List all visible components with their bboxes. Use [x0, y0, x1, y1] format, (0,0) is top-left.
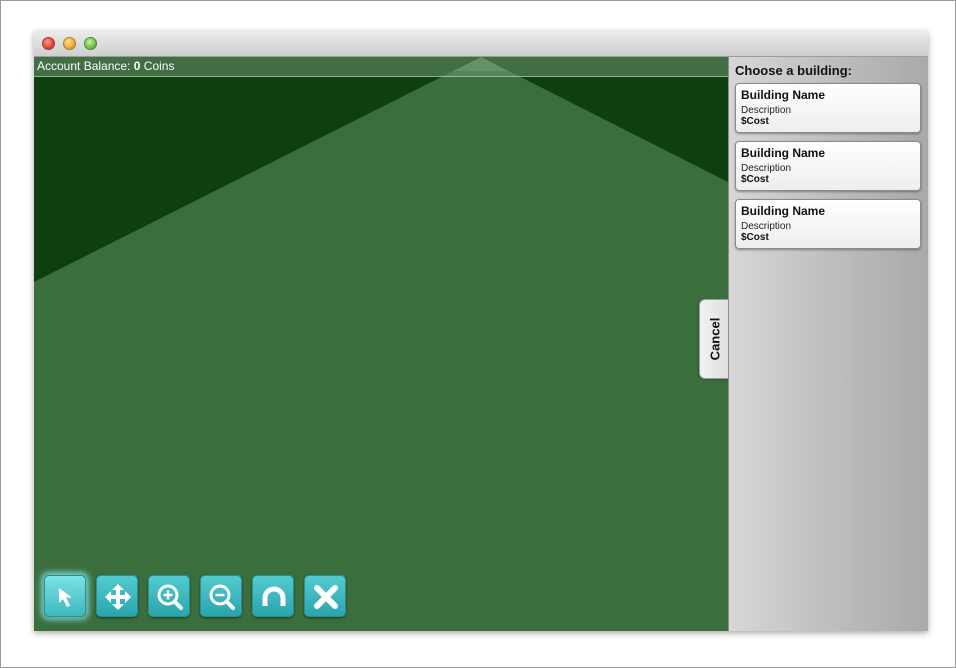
- building-cost: $Cost: [741, 174, 769, 185]
- balance-label: Account Balance:: [37, 59, 131, 73]
- delete-tool-button[interactable]: [304, 575, 346, 617]
- building-name: Building Name: [741, 204, 826, 218]
- building-description: Description: [741, 105, 792, 116]
- account-balance-bar: Account Balance: 0 Coins: [34, 57, 728, 77]
- close-window-button[interactable]: [42, 37, 55, 50]
- cancel-tab-label: Cancel: [707, 317, 722, 361]
- zoom-in-tool-button[interactable]: [148, 575, 190, 617]
- building-sidebar: Choose a building: Building Name Descrip…: [728, 57, 928, 631]
- zoom-out-tool-button[interactable]: [200, 575, 242, 617]
- building-description: Description: [741, 163, 792, 174]
- sidebar-title: Choose a building:: [735, 63, 852, 78]
- zoom-window-button[interactable]: [84, 37, 97, 50]
- move-tool-button[interactable]: [96, 575, 138, 617]
- window-titlebar: [34, 31, 928, 57]
- app-window: Account Balance: 0 Coins Cancel Choose a…: [34, 31, 928, 631]
- cancel-tab[interactable]: Cancel: [699, 299, 729, 379]
- building-card[interactable]: Building Name Description $Cost: [735, 141, 921, 191]
- building-description: Description: [741, 221, 792, 232]
- building-card[interactable]: Building Name Description $Cost: [735, 83, 921, 133]
- game-canvas[interactable]: Account Balance: 0 Coins: [34, 57, 728, 631]
- select-tool-button[interactable]: [44, 575, 86, 617]
- minimize-window-button[interactable]: [63, 37, 76, 50]
- zoom-out-icon: [209, 584, 235, 610]
- select-arrow-icon: [59, 588, 72, 607]
- building-cost: $Cost: [741, 232, 769, 243]
- building-cost: $Cost: [741, 116, 769, 127]
- building-name: Building Name: [741, 146, 826, 160]
- close-icon: [314, 585, 338, 609]
- balance-amount: 0: [133, 59, 141, 73]
- rotate-tool-button[interactable]: [252, 575, 294, 617]
- balance-unit: Coins: [143, 59, 175, 73]
- building-name: Building Name: [741, 88, 826, 102]
- move-icon: [105, 584, 131, 610]
- building-card[interactable]: Building Name Description $Cost: [735, 199, 921, 249]
- isometric-ground: [34, 57, 728, 631]
- rotate-icon: [262, 586, 286, 606]
- zoom-in-icon: [157, 584, 183, 610]
